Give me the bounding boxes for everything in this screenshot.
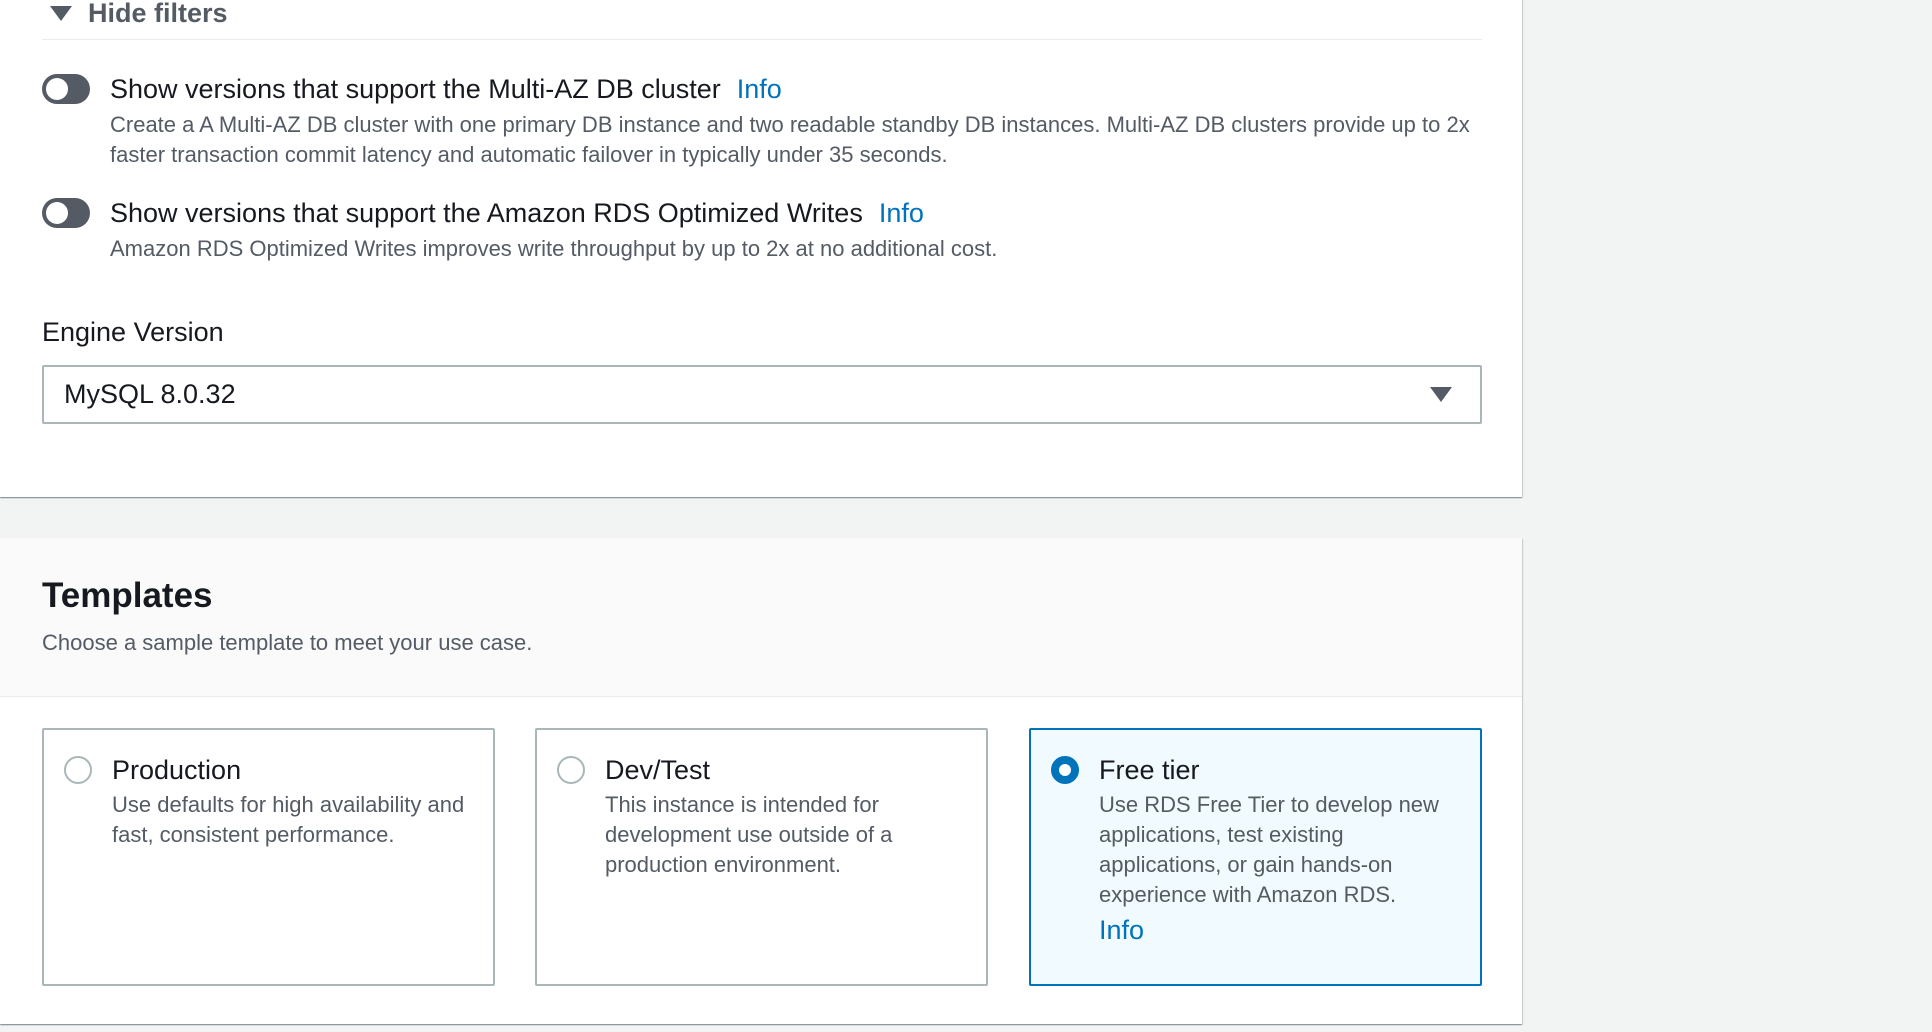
filter-multi-az: Show versions that support the Multi-AZ … [42, 72, 1482, 170]
caret-down-icon [1430, 387, 1452, 402]
template-dev-test[interactable]: Dev/Test This instance is intended for d… [535, 728, 988, 986]
templates-panel: Templates Choose a sample template to me… [0, 538, 1522, 1024]
production-title: Production [112, 755, 242, 785]
free-tier-title: Free tier [1099, 755, 1200, 785]
templates-title: Templates [42, 576, 213, 615]
templates-header: Templates Choose a sample template to me… [0, 538, 1522, 697]
multi-az-description: Create a A Multi-AZ DB cluster with one … [110, 112, 1470, 167]
free-tier-description: Use RDS Free Tier to develop new applica… [1099, 792, 1439, 907]
free-tier-radio[interactable] [1051, 756, 1079, 784]
engine-version-label: Engine Version [42, 317, 224, 347]
multi-az-label: Show versions that support the Multi-AZ … [110, 74, 721, 104]
hide-filters-label: Hide filters [88, 0, 228, 28]
optimized-writes-label: Show versions that support the Amazon RD… [110, 198, 863, 228]
divider [42, 39, 1482, 40]
engine-version-value: MySQL 8.0.32 [64, 379, 236, 409]
production-description: Use defaults for high availability and f… [112, 792, 465, 847]
multi-az-info-link[interactable]: Info [737, 74, 782, 104]
template-production[interactable]: Production Use defaults for high availab… [42, 728, 495, 986]
production-radio[interactable] [64, 756, 92, 784]
multi-az-toggle[interactable] [42, 74, 90, 104]
engine-options-panel: Hide filters Show versions that support … [0, 0, 1522, 497]
dev-test-radio[interactable] [557, 756, 585, 784]
engine-version-select[interactable]: MySQL 8.0.32 [42, 365, 1482, 424]
template-free-tier[interactable]: Free tier Use RDS Free Tier to develop n… [1029, 728, 1482, 986]
optimized-writes-description: Amazon RDS Optimized Writes improves wri… [110, 236, 998, 261]
optimized-writes-toggle[interactable] [42, 198, 90, 228]
templates-subtitle: Choose a sample template to meet your us… [42, 630, 533, 655]
free-tier-info-link[interactable]: Info [1099, 915, 1144, 946]
hide-filters-toggle[interactable]: Hide filters [50, 0, 228, 29]
optimized-writes-info-link[interactable]: Info [879, 198, 924, 228]
toggle-knob [46, 78, 68, 100]
toggle-knob [46, 202, 68, 224]
caret-down-icon [50, 6, 72, 21]
filter-optimized-writes: Show versions that support the Amazon RD… [42, 196, 1482, 264]
dev-test-title: Dev/Test [605, 755, 711, 785]
dev-test-description: This instance is intended for developmen… [605, 792, 893, 877]
